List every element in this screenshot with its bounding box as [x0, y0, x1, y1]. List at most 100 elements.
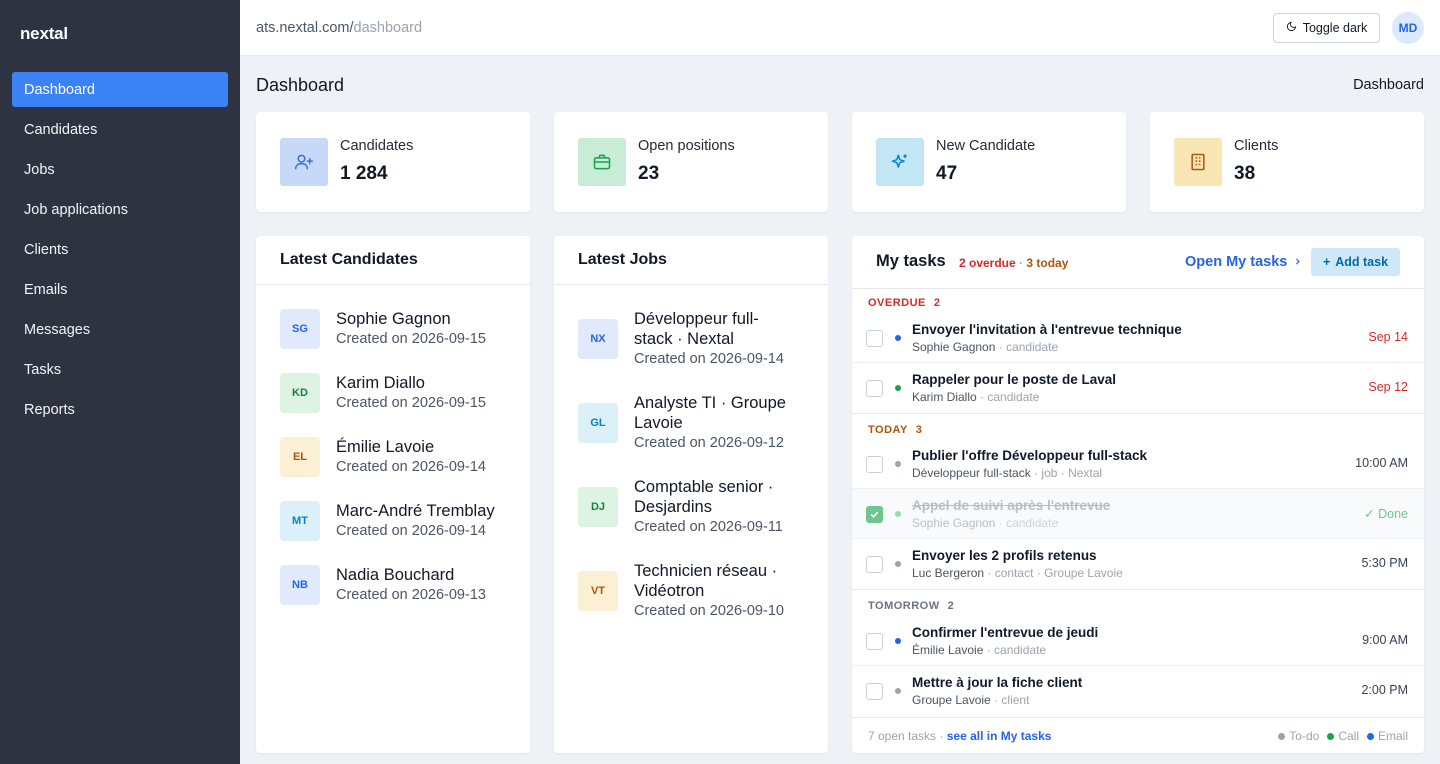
panel-title: Latest Jobs	[554, 236, 828, 285]
job-item[interactable]: NX Développeur full-stack · Nextal Create…	[578, 309, 784, 369]
sidebar-item-clients[interactable]: Clients	[12, 232, 228, 267]
task-row[interactable]: Mettre à jour la fiche client Groupe Lav…	[852, 666, 1424, 716]
section-count: 3	[915, 424, 923, 436]
briefcase-icon	[578, 138, 626, 186]
legend-label: To-do	[1289, 729, 1320, 743]
task-row[interactable]: Publier l'offre Développeur full-stack D…	[852, 439, 1424, 489]
candidate-name: Émilie Lavoie	[336, 438, 435, 456]
task-meta: · candidate	[995, 340, 1059, 354]
task-checkbox[interactable]	[866, 380, 883, 397]
candidate-initials-badge: NB	[280, 565, 320, 605]
page-title: Dashboard	[256, 75, 345, 95]
task-checkbox[interactable]	[866, 330, 883, 347]
section-label: TOMORROW	[868, 600, 940, 612]
task-subtitle: Sophie Gagnon · candidate	[912, 516, 1058, 530]
task-due: 2:00 PM	[1361, 683, 1408, 697]
task-subtitle: Sophie Gagnon · candidate	[912, 340, 1058, 354]
section-label: OVERDUE	[868, 297, 926, 309]
job-item[interactable]: VT Technicien réseau · Vidéotron Created o…	[578, 561, 784, 621]
task-due: Sep 12	[1368, 380, 1408, 394]
add-task-button[interactable]: + Add task	[1311, 248, 1400, 276]
open-my-tasks-link[interactable]: Open My tasks	[1185, 254, 1302, 270]
stat-card-clients[interactable]: Clients 38	[1150, 112, 1424, 212]
sidebar-item-dashboard[interactable]: Dashboard	[12, 72, 228, 107]
stat-label: Clients	[1234, 138, 1279, 154]
job-created: Created on 2026-09-14	[634, 351, 784, 367]
task-meta: · candidate	[976, 390, 1040, 404]
sidebar-item-emails[interactable]: Emails	[12, 272, 228, 307]
candidate-created: Created on 2026-09-14	[336, 523, 486, 539]
sidebar-item-jobs[interactable]: Jobs	[12, 152, 228, 187]
task-checkbox[interactable]	[866, 456, 883, 473]
job-item[interactable]: GL Analyste TI · Groupe Lavoie Created on …	[578, 393, 786, 453]
see-all-tasks-link[interactable]: see all in My tasks	[947, 729, 1052, 743]
candidate-created: Created on 2026-09-13	[336, 587, 486, 603]
candidate-created: Created on 2026-09-15	[336, 395, 486, 411]
todo-type-dot	[895, 461, 901, 467]
stat-card-new-candidate[interactable]: New Candidate 47	[852, 112, 1126, 212]
section-today: TODAY 3	[868, 424, 922, 436]
candidate-item[interactable]: KD Karim Diallo Created on 2026-09-15	[280, 373, 486, 413]
task-checkbox-checked[interactable]	[866, 506, 883, 523]
task-related: Sophie Gagnon	[912, 516, 996, 530]
task-row[interactable]: Rappeler pour le poste de Laval Karim Di…	[852, 363, 1424, 413]
sidebar-item-reports[interactable]: Reports	[12, 392, 228, 427]
counts-separator: ·	[1015, 256, 1027, 270]
open-tasks-count: 7 open tasks ·	[868, 729, 947, 743]
sidebar-item-job-applications[interactable]: Job applications	[12, 192, 228, 227]
task-related: Luc Bergeron	[912, 566, 985, 580]
call-type-dot	[895, 385, 901, 391]
candidate-item[interactable]: NB Nadia Bouchard Created on 2026-09-13	[280, 565, 486, 605]
todo-dot	[1278, 732, 1286, 740]
sidebar-item-candidates[interactable]: Candidates	[12, 112, 228, 147]
candidate-item[interactable]: SG Sophie Gagnon Created on 2026-09-15	[280, 309, 486, 349]
task-checkbox[interactable]	[866, 683, 883, 700]
task-row[interactable]: Confirmer l'entrevue de jeudi Émilie Lav…	[852, 616, 1424, 666]
stat-label: Candidates	[340, 138, 414, 154]
job-item[interactable]: DJ Comptable senior · Desjardins Created o…	[578, 477, 783, 537]
task-row[interactable]: Envoyer l'invitation à l'entrevue techni…	[852, 313, 1424, 363]
task-checkbox[interactable]	[866, 556, 883, 573]
open-my-tasks-label: Open My tasks	[1185, 254, 1288, 270]
task-related: Karim Diallo	[912, 390, 977, 404]
task-checkbox[interactable]	[866, 633, 883, 650]
tasks-counts: 2 overdue · 3 today	[959, 256, 1068, 270]
stat-card-candidates[interactable]: Candidates 1 284	[256, 112, 530, 212]
task-title: Rappeler pour le poste de Laval	[912, 372, 1117, 387]
toggle-dark-button[interactable]: Toggle dark	[1273, 13, 1380, 43]
task-related: Développeur full-stack	[912, 466, 1031, 480]
sidebar-item-tasks[interactable]: Tasks	[12, 352, 228, 387]
chevron-right-icon	[1293, 254, 1302, 270]
task-meta: · candidate	[983, 643, 1047, 657]
tasks-title: My tasks	[876, 252, 946, 270]
task-subtitle: Luc Bergeron · contact · Groupe Lavoie	[912, 566, 1123, 580]
section-label: TODAY	[868, 424, 908, 436]
task-due: 9:00 AM	[1362, 633, 1408, 647]
job-initials-badge: NX	[578, 319, 618, 359]
candidate-created: Created on 2026-09-14	[336, 459, 486, 475]
app-logo[interactable]: nextal	[20, 24, 68, 44]
call-type-dot	[895, 511, 901, 517]
url-host: ats.nextal.com/	[256, 20, 354, 36]
candidate-item[interactable]: MT Marc-André Tremblay Created on 2026-09…	[280, 501, 495, 541]
job-title-line1: Technicien réseau ·	[634, 562, 778, 580]
overdue-count: 2 overdue	[959, 256, 1016, 270]
user-avatar[interactable]: MD	[1392, 12, 1424, 44]
task-meta: · contact · Groupe Lavoie	[984, 566, 1123, 580]
task-row[interactable]: Envoyer les 2 profils retenus Luc Berger…	[852, 539, 1424, 589]
section-count: 2	[933, 297, 941, 309]
task-meta: · job · Nextal	[1030, 466, 1103, 480]
stat-card-open-positions[interactable]: Open positions 23	[554, 112, 828, 212]
candidate-initials-badge: KD	[280, 373, 320, 413]
task-title: Publier l'offre Développeur full-stack	[912, 448, 1148, 463]
job-initials-badge: VT	[578, 571, 618, 611]
section-tomorrow: TOMORROW 2	[868, 600, 954, 612]
legend-todo: To-do	[1278, 729, 1319, 743]
sidebar-item-messages[interactable]: Messages	[12, 312, 228, 347]
url-path: dashboard	[353, 20, 423, 36]
candidate-item[interactable]: EL Émilie Lavoie Created on 2026-09-14	[280, 437, 486, 477]
sidebar-nav: Dashboard Candidates Jobs Job applicatio…	[12, 72, 228, 432]
candidate-name: Nadia Bouchard	[336, 566, 455, 584]
task-meta: · candidate	[995, 516, 1059, 530]
task-row-done[interactable]: Appel de suivi après l'entrevue Sophie G…	[852, 489, 1424, 539]
